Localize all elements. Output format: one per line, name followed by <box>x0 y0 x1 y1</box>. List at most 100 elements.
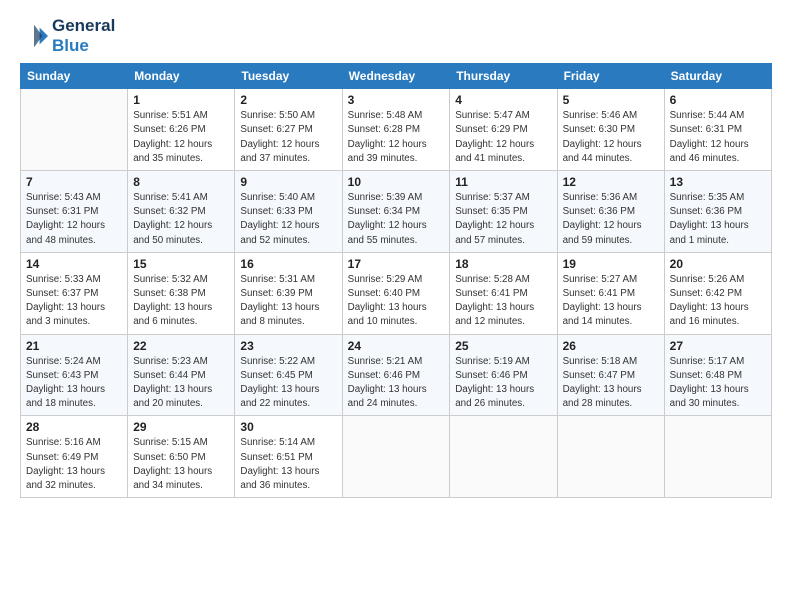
day-info: Sunrise: 5:28 AM Sunset: 6:41 PM Dayligh… <box>455 273 551 330</box>
day-cell: 21Sunrise: 5:24 AM Sunset: 6:43 PM Dayli… <box>21 334 128 416</box>
day-number: 29 <box>133 420 229 434</box>
week-row-3: 14 Sunrise: 5:33 AM Sunset: 6:37 PM Dayli… <box>21 252 772 334</box>
day-cell: 15 Sunrise: 5:32 AM Sunset: 6:38 PM Dayli… <box>128 252 235 334</box>
day-cell: 9Sunrise: 5:40 AM Sunset: 6:33 PM Daylig… <box>235 170 342 252</box>
col-header-tuesday: Tuesday <box>235 64 342 89</box>
day-cell: 29 Sunrise: 5:15 AM Sunset: 6:50 PM Dayli… <box>128 416 235 498</box>
logo-text: General Blue <box>52 16 115 55</box>
day-cell: 6 Sunrise: 5:44 AM Sunset: 6:31 PM Daylig… <box>664 89 771 171</box>
day-number: 11 <box>455 175 551 189</box>
day-number: 3 <box>348 93 445 107</box>
day-info: Sunrise: 5:17 AM Sunset: 6:48 PM Dayligh… <box>670 355 766 412</box>
day-info: Sunrise: 5:39 AM Sunset: 6:34 PM Dayligh… <box>348 191 445 248</box>
day-info: Sunrise: 5:15 AM Sunset: 6:50 PM Dayligh… <box>133 436 229 493</box>
calendar-header-row: SundayMondayTuesdayWednesdayThursdayFrid… <box>21 64 772 89</box>
day-cell: 1Sunrise: 5:51 AM Sunset: 6:26 PM Daylig… <box>128 89 235 171</box>
day-cell: 4Sunrise: 5:47 AM Sunset: 6:29 PM Daylig… <box>450 89 557 171</box>
day-cell <box>557 416 664 498</box>
day-info: Sunrise: 5:46 AM Sunset: 6:30 PM Dayligh… <box>563 109 659 166</box>
day-info: Sunrise: 5:44 AM Sunset: 6:31 PM Dayligh… <box>670 109 766 166</box>
day-cell: 12Sunrise: 5:36 AM Sunset: 6:36 PM Dayli… <box>557 170 664 252</box>
day-info: Sunrise: 5:48 AM Sunset: 6:28 PM Dayligh… <box>348 109 445 166</box>
col-header-saturday: Saturday <box>664 64 771 89</box>
page-container: General Blue SundayMondayTuesdayWednesda… <box>0 0 792 508</box>
day-info: Sunrise: 5:33 AM Sunset: 6:37 PM Dayligh… <box>26 273 122 330</box>
day-number: 21 <box>26 339 122 353</box>
day-info: Sunrise: 5:26 AM Sunset: 6:42 PM Dayligh… <box>670 273 766 330</box>
day-number: 22 <box>133 339 229 353</box>
day-cell: 16 Sunrise: 5:31 AM Sunset: 6:39 PM Dayli… <box>235 252 342 334</box>
week-row-5: 28Sunrise: 5:16 AM Sunset: 6:49 PM Dayli… <box>21 416 772 498</box>
day-number: 1 <box>133 93 229 107</box>
day-cell: 17 Sunrise: 5:29 AM Sunset: 6:40 PM Dayli… <box>342 252 450 334</box>
day-number: 16 <box>240 257 336 271</box>
day-cell: 24 Sunrise: 5:21 AM Sunset: 6:46 PM Dayli… <box>342 334 450 416</box>
day-info: Sunrise: 5:32 AM Sunset: 6:38 PM Dayligh… <box>133 273 229 330</box>
day-number: 15 <box>133 257 229 271</box>
day-info: Sunrise: 5:27 AM Sunset: 6:41 PM Dayligh… <box>563 273 659 330</box>
day-cell: 25 Sunrise: 5:19 AM Sunset: 6:46 PM Dayli… <box>450 334 557 416</box>
day-cell: 3 Sunrise: 5:48 AM Sunset: 6:28 PM Daylig… <box>342 89 450 171</box>
day-cell: 27 Sunrise: 5:17 AM Sunset: 6:48 PM Dayli… <box>664 334 771 416</box>
col-header-sunday: Sunday <box>21 64 128 89</box>
day-number: 24 <box>348 339 445 353</box>
day-info: Sunrise: 5:43 AM Sunset: 6:31 PM Dayligh… <box>26 191 122 248</box>
day-cell: 28Sunrise: 5:16 AM Sunset: 6:49 PM Dayli… <box>21 416 128 498</box>
day-number: 17 <box>348 257 445 271</box>
day-number: 8 <box>133 175 229 189</box>
day-info: Sunrise: 5:21 AM Sunset: 6:46 PM Dayligh… <box>348 355 445 412</box>
day-number: 6 <box>670 93 766 107</box>
day-number: 2 <box>240 93 336 107</box>
day-info: Sunrise: 5:36 AM Sunset: 6:36 PM Dayligh… <box>563 191 659 248</box>
day-info: Sunrise: 5:14 AM Sunset: 6:51 PM Dayligh… <box>240 436 336 493</box>
day-cell: 8 Sunrise: 5:41 AM Sunset: 6:32 PM Daylig… <box>128 170 235 252</box>
day-cell: 18Sunrise: 5:28 AM Sunset: 6:41 PM Dayli… <box>450 252 557 334</box>
calendar-table: SundayMondayTuesdayWednesdayThursdayFrid… <box>20 63 772 498</box>
day-number: 26 <box>563 339 659 353</box>
day-number: 19 <box>563 257 659 271</box>
day-info: Sunrise: 5:23 AM Sunset: 6:44 PM Dayligh… <box>133 355 229 412</box>
day-number: 14 <box>26 257 122 271</box>
day-cell <box>21 89 128 171</box>
day-number: 23 <box>240 339 336 353</box>
day-info: Sunrise: 5:37 AM Sunset: 6:35 PM Dayligh… <box>455 191 551 248</box>
header-row: General Blue <box>20 16 772 55</box>
day-cell: 13 Sunrise: 5:35 AM Sunset: 6:36 PM Dayli… <box>664 170 771 252</box>
day-cell <box>342 416 450 498</box>
day-info: Sunrise: 5:29 AM Sunset: 6:40 PM Dayligh… <box>348 273 445 330</box>
day-number: 5 <box>563 93 659 107</box>
day-info: Sunrise: 5:50 AM Sunset: 6:27 PM Dayligh… <box>240 109 336 166</box>
day-cell: 2 Sunrise: 5:50 AM Sunset: 6:27 PM Daylig… <box>235 89 342 171</box>
col-header-monday: Monday <box>128 64 235 89</box>
day-info: Sunrise: 5:18 AM Sunset: 6:47 PM Dayligh… <box>563 355 659 412</box>
day-number: 28 <box>26 420 122 434</box>
day-info: Sunrise: 5:35 AM Sunset: 6:36 PM Dayligh… <box>670 191 766 248</box>
day-info: Sunrise: 5:19 AM Sunset: 6:46 PM Dayligh… <box>455 355 551 412</box>
col-header-wednesday: Wednesday <box>342 64 450 89</box>
col-header-friday: Friday <box>557 64 664 89</box>
day-cell <box>664 416 771 498</box>
day-number: 13 <box>670 175 766 189</box>
day-cell: 11 Sunrise: 5:37 AM Sunset: 6:35 PM Dayli… <box>450 170 557 252</box>
day-cell: 30 Sunrise: 5:14 AM Sunset: 6:51 PM Dayli… <box>235 416 342 498</box>
col-header-thursday: Thursday <box>450 64 557 89</box>
day-info: Sunrise: 5:31 AM Sunset: 6:39 PM Dayligh… <box>240 273 336 330</box>
day-number: 7 <box>26 175 122 189</box>
day-number: 10 <box>348 175 445 189</box>
day-info: Sunrise: 5:40 AM Sunset: 6:33 PM Dayligh… <box>240 191 336 248</box>
day-cell: 26 Sunrise: 5:18 AM Sunset: 6:47 PM Dayli… <box>557 334 664 416</box>
day-info: Sunrise: 5:41 AM Sunset: 6:32 PM Dayligh… <box>133 191 229 248</box>
day-number: 25 <box>455 339 551 353</box>
week-row-4: 21Sunrise: 5:24 AM Sunset: 6:43 PM Dayli… <box>21 334 772 416</box>
day-cell <box>450 416 557 498</box>
day-number: 20 <box>670 257 766 271</box>
day-number: 30 <box>240 420 336 434</box>
day-cell: 10 Sunrise: 5:39 AM Sunset: 6:34 PM Dayli… <box>342 170 450 252</box>
day-cell: 14 Sunrise: 5:33 AM Sunset: 6:37 PM Dayli… <box>21 252 128 334</box>
day-cell: 20 Sunrise: 5:26 AM Sunset: 6:42 PM Dayli… <box>664 252 771 334</box>
day-cell: 7 Sunrise: 5:43 AM Sunset: 6:31 PM Daylig… <box>21 170 128 252</box>
day-cell: 19 Sunrise: 5:27 AM Sunset: 6:41 PM Dayli… <box>557 252 664 334</box>
day-number: 27 <box>670 339 766 353</box>
day-cell: 5 Sunrise: 5:46 AM Sunset: 6:30 PM Daylig… <box>557 89 664 171</box>
week-row-1: 1Sunrise: 5:51 AM Sunset: 6:26 PM Daylig… <box>21 89 772 171</box>
